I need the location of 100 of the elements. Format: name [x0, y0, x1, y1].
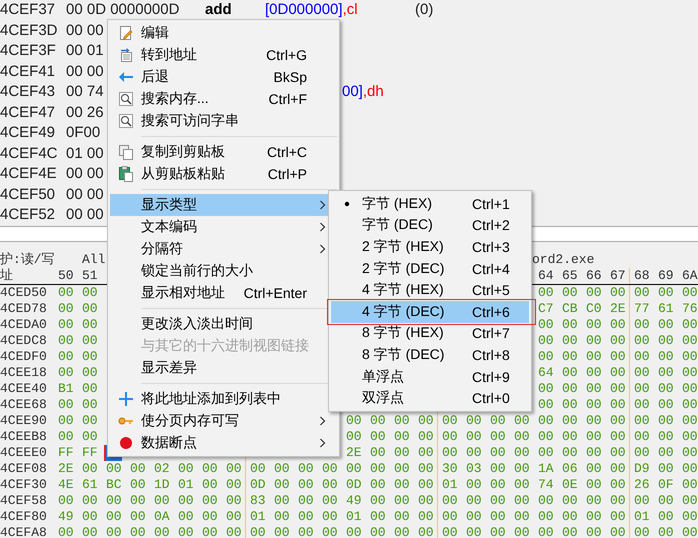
column-heading: 67: [610, 268, 626, 284]
clipboard-icon: [118, 166, 134, 182]
menu-item[interactable]: 字节 (DEC) Ctrl+2: [331, 214, 529, 236]
byte-cell: 00: [202, 461, 218, 477]
byte-cell: 00: [562, 413, 578, 429]
byte-cell: 0E: [562, 477, 578, 493]
byte-cell: 00: [514, 477, 530, 493]
byte-cell: 00: [394, 477, 410, 493]
address-cell: 4CEE68: [0, 397, 47, 413]
byte-cell: 00: [322, 509, 338, 525]
byte-cell: 00: [58, 333, 74, 349]
byte-cell: 00: [490, 429, 506, 445]
byte-cell: 00: [610, 333, 626, 349]
address-cell: 4CEEE0: [0, 445, 47, 461]
menu-item[interactable]: 2 字节 (DEC) Ctrl+4: [331, 258, 529, 280]
menu-item[interactable]: 8 字节 (HEX) Ctrl+7: [331, 322, 529, 344]
menu-item[interactable]: 搜索可访问字串: [110, 110, 337, 132]
byte-cell: 00: [130, 493, 146, 509]
menu-item[interactable]: 搜索内存... Ctrl+F: [110, 88, 337, 110]
byte-cell: 00: [58, 525, 74, 538]
byte-cell: 00: [106, 461, 122, 477]
byte-cell: 00: [298, 509, 314, 525]
menu-item[interactable]: 数据断点: [110, 432, 337, 454]
menu-item[interactable]: 单浮点 Ctrl+9: [331, 366, 529, 388]
menu-item[interactable]: 编辑: [110, 22, 337, 44]
byte-cell: 00: [562, 445, 578, 461]
menu-item[interactable]: 转到地址 Ctrl+G: [110, 44, 337, 66]
byte-cell: 00: [394, 509, 410, 525]
byte-cell: 00: [106, 509, 122, 525]
address-cell: 4CED78: [0, 301, 47, 317]
byte-cell: 00: [586, 317, 602, 333]
byte-cell: 00: [658, 493, 674, 509]
byte-cell: 83: [250, 493, 266, 509]
byte-cell: 74: [538, 477, 554, 493]
byte-cell: 26: [634, 477, 650, 493]
byte-cell: 00: [658, 525, 674, 538]
byte-cell: 00: [154, 525, 170, 538]
address-text: 4CEF37: [0, 0, 56, 20]
byte-cell: 00: [586, 493, 602, 509]
page-pencil-icon: [118, 25, 134, 41]
byte-cell: 00: [634, 349, 650, 365]
byte-cell: 00: [586, 477, 602, 493]
menu-item[interactable]: 后退 BkSp: [110, 66, 337, 88]
byte-cell: 00: [394, 429, 410, 445]
byte-cell: 00: [682, 477, 698, 493]
byte-cell: 00: [610, 365, 626, 381]
byte-cell: 00: [682, 445, 698, 461]
byte-cell: 00: [442, 413, 458, 429]
byte-cell: 00: [586, 429, 602, 445]
byte-cell: 00: [586, 333, 602, 349]
byte-cell: 00: [490, 477, 506, 493]
byte-cell: 00: [322, 493, 338, 509]
byte-cell: 00: [538, 317, 554, 333]
byte-cell: 00: [274, 493, 290, 509]
byte-cell: 00: [538, 413, 554, 429]
byte-cell: 00: [610, 445, 626, 461]
menu-item[interactable]: 4 字节 (HEX) Ctrl+5: [331, 279, 529, 301]
opcode-text: add: [205, 0, 232, 20]
byte-cell: 00: [586, 397, 602, 413]
byte-cell: 00: [418, 477, 434, 493]
byte-cell: 00: [586, 365, 602, 381]
byte-cell: 00: [226, 493, 242, 509]
byte-cell: 00: [418, 461, 434, 477]
byte-cell: 00: [538, 333, 554, 349]
column-heading: 65: [562, 268, 578, 284]
menu-item[interactable]: 8 字节 (DEC) Ctrl+8: [331, 344, 529, 366]
byte-cell: 00: [610, 317, 626, 333]
byte-cell: 00: [466, 477, 482, 493]
address-text: 4CEF4C: [0, 144, 58, 164]
menu-item[interactable]: 双浮点 Ctrl+0: [331, 387, 529, 409]
address-cell: 4CEF30: [0, 477, 47, 493]
byte-cell: 00: [178, 493, 194, 509]
byte-cell: 00: [82, 509, 98, 525]
byte-cell: 00: [562, 333, 578, 349]
byte-cell: 00: [658, 461, 674, 477]
byte-cell: 00: [370, 525, 386, 538]
byte-cell: 00: [658, 333, 674, 349]
byte-cell: 00: [466, 493, 482, 509]
byte-cell: 00: [562, 493, 578, 509]
byte-cell: 00: [634, 413, 650, 429]
byte-cell: 00: [442, 525, 458, 538]
menu-item[interactable]: 从剪贴板粘贴 Ctrl+P: [110, 163, 337, 185]
byte-cell: 00: [82, 525, 98, 538]
byte-cell: 00: [490, 461, 506, 477]
byte-cell: 00: [514, 509, 530, 525]
address-text: 4CEF41: [0, 62, 56, 82]
menu-item[interactable]: 使分页内存可写: [110, 410, 337, 432]
bytes-text: 00 74: [66, 82, 104, 102]
byte-cell: 00: [658, 509, 674, 525]
byte-cell: 0A: [154, 509, 170, 525]
byte-cell: 03: [466, 461, 482, 477]
bytes-text: 00 00: [66, 62, 104, 82]
address-cell: 4CEEB8: [0, 429, 47, 445]
byte-cell: 00: [514, 413, 530, 429]
address-text: 4CEF52: [0, 205, 56, 225]
menu-item[interactable]: 复制到剪贴板 Ctrl+C: [110, 141, 337, 163]
byte-cell: 00: [346, 413, 362, 429]
byte-cell: 00: [682, 285, 698, 301]
byte-cell: 2E: [610, 301, 626, 317]
byte-cell: 00: [442, 445, 458, 461]
